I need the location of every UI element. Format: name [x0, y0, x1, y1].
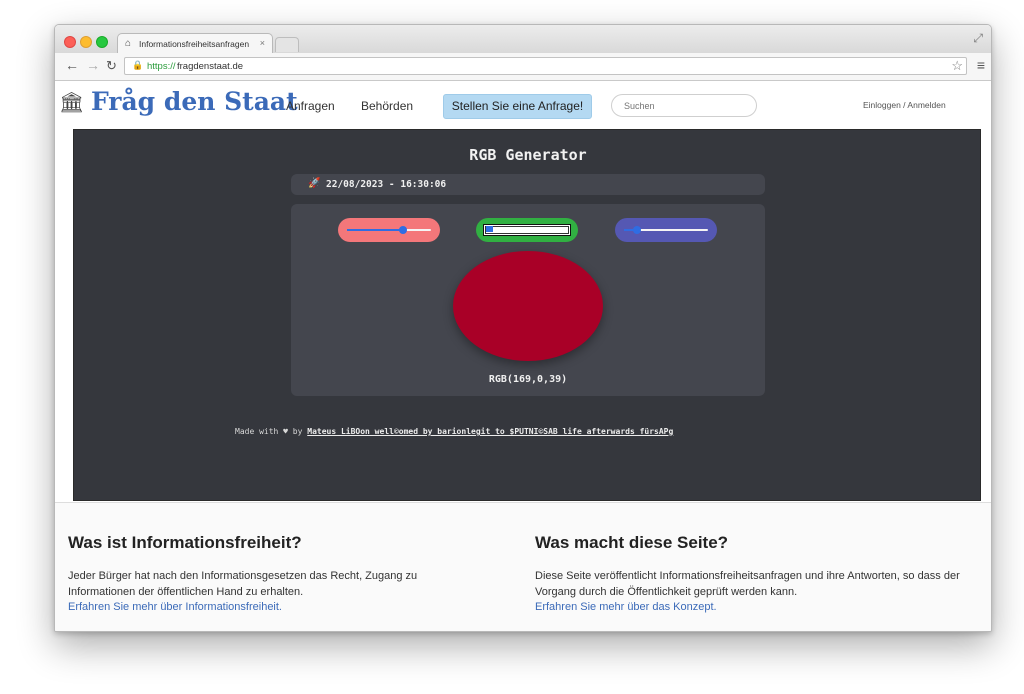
info-link-right[interactable]: Erfahren Sie mehr über das Konzept.	[535, 600, 980, 615]
url-host: fragdenstaat.de	[177, 61, 244, 72]
nav-behoerden[interactable]: Behörden	[361, 99, 413, 113]
footer-prefix: Made with ♥ by	[235, 427, 308, 436]
back-icon[interactable]: ←	[65, 57, 79, 73]
info-heading-right: Was macht diese Seite?	[535, 533, 729, 552]
close-window-button[interactable]	[64, 36, 76, 48]
building-icon: ⌂	[125, 38, 132, 49]
rgb-value-label: RGB(169,0,39)	[488, 374, 568, 385]
forward-icon[interactable]: →	[86, 57, 100, 73]
info-heading-left: Was ist Informationsfreiheit?	[68, 533, 302, 552]
menu-icon[interactable]: ≡	[977, 57, 985, 73]
browser-tab[interactable]: ⌂ Informationsfreiheitsanfragen ×	[117, 33, 273, 53]
browser-toolbar: ← → ↻ 🔒 https:// fragdenstaat.de ☆ ≡	[55, 53, 991, 81]
search-input[interactable]	[611, 94, 757, 117]
blue-slider[interactable]	[615, 218, 717, 242]
generator-panel: RGB(169,0,39)	[291, 204, 765, 396]
info-text-right: Diese Seite veröffentlicht Informationsf…	[535, 570, 960, 598]
green-slider-track[interactable]	[483, 224, 571, 236]
star-icon[interactable]: ☆	[951, 58, 963, 74]
info-text-left: Jeder Bürger hat nach den Informationsge…	[68, 570, 418, 598]
info-column-right: Was macht diese Seite? Diese Seite veröf…	[535, 533, 980, 615]
lock-icon: 🔒	[132, 60, 144, 70]
red-slider[interactable]	[338, 218, 440, 242]
green-slider-inner	[485, 226, 569, 234]
address-bar[interactable]: 🔒 https:// fragdenstaat.de ☆	[124, 57, 967, 75]
info-column-left: Was ist Informationsfreiheit? Jeder Bürg…	[68, 533, 478, 615]
login-link[interactable]: Einloggen / Anmelden	[863, 100, 946, 110]
date-bar: 🚀 22/08/2023 - 16:30:06	[291, 174, 765, 195]
title-bar: ⌂ Informationsfreiheitsanfragen × ⤢	[55, 25, 991, 53]
blue-slider-track[interactable]	[624, 226, 708, 234]
reload-icon[interactable]: ↻	[106, 58, 117, 74]
blue-slider-thumb[interactable]	[632, 226, 641, 234]
building-icon: 🏛	[59, 92, 85, 114]
red-slider-fill	[347, 229, 403, 231]
nav-anfragen[interactable]: Anfragen	[286, 99, 335, 113]
rgb-generator-app: RGB Generator 🚀 22/08/2023 - 16:30:06 RG…	[73, 129, 981, 501]
rocket-icon: 🚀	[308, 178, 321, 189]
zoom-window-button[interactable]	[96, 36, 108, 48]
browser-window: ⌂ Informationsfreiheitsanfragen × ⤢ ← → …	[54, 24, 992, 632]
close-icon[interactable]: ×	[260, 38, 265, 48]
site-logo[interactable]: Fråg den Staat	[91, 87, 298, 116]
info-section: Was ist Informationsfreiheit? Jeder Bürg…	[55, 502, 991, 631]
minimize-window-button[interactable]	[80, 36, 92, 48]
url-scheme: https://	[147, 61, 176, 72]
app-title: RGB Generator	[469, 146, 587, 164]
green-slider[interactable]	[476, 218, 578, 242]
author-link[interactable]: Mateus LiBOon well©omed by barionlegit t…	[307, 427, 673, 436]
make-request-button[interactable]: Stellen Sie eine Anfrage!	[443, 94, 592, 119]
app-footer: Made with ♥ by Mateus LiBOon well©omed b…	[235, 427, 673, 436]
datetime: 22/08/2023 - 16:30:06	[326, 179, 447, 190]
site-header: 🏛 Fråg den Staat Anfragen Behörden Stell…	[55, 81, 991, 129]
new-tab-button[interactable]	[275, 37, 299, 52]
info-link-left[interactable]: Erfahren Sie mehr über Informationsfreih…	[68, 600, 478, 615]
fullscreen-icon[interactable]: ⤢	[973, 31, 983, 46]
color-preview	[453, 251, 603, 361]
red-slider-track[interactable]	[347, 226, 431, 234]
red-slider-thumb[interactable]	[398, 226, 407, 234]
green-slider-thumb[interactable]	[486, 226, 493, 232]
tab-title: Informationsfreiheitsanfragen	[139, 39, 250, 49]
